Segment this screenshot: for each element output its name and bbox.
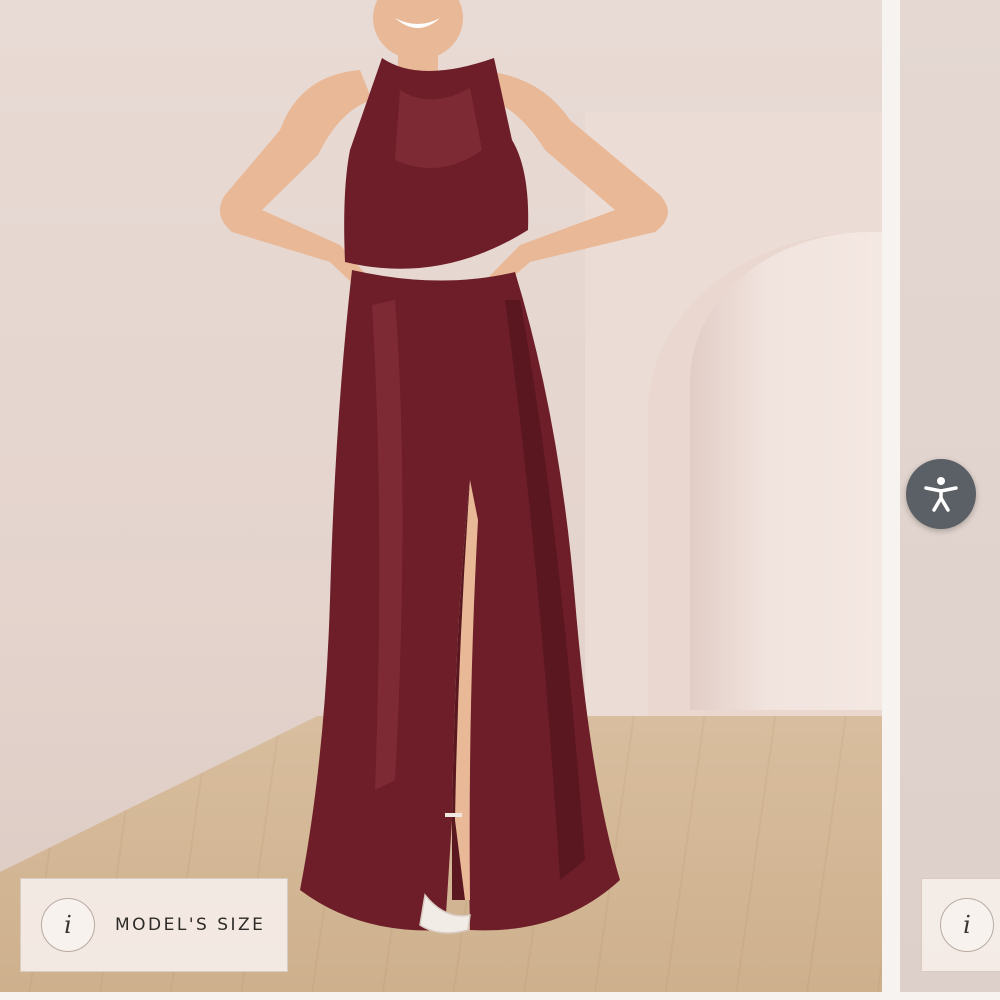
bottom-strip xyxy=(0,992,1000,1000)
model-in-dress xyxy=(219,0,668,934)
models-size-label: MODEL'S SIZE xyxy=(115,915,266,935)
accessibility-person-icon xyxy=(924,477,958,512)
models-size-button-next[interactable]: i xyxy=(921,878,1000,972)
info-icon: i xyxy=(940,898,994,952)
slide-gutter xyxy=(882,0,900,1000)
info-icon: i xyxy=(41,898,95,952)
accessibility-button[interactable] xyxy=(906,459,976,529)
product-image-main[interactable]: i MODEL'S SIZE xyxy=(0,0,882,992)
models-size-button[interactable]: i MODEL'S SIZE xyxy=(20,878,288,972)
